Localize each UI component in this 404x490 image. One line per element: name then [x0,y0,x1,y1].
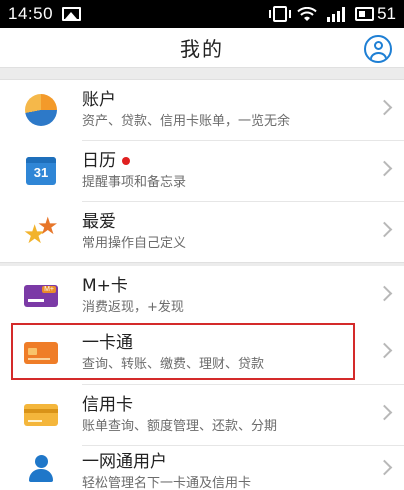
menu-item-title: 日历 [82,151,116,171]
stars-icon: ★ ★ [23,212,59,250]
menu-item-yikatong[interactable]: 一卡通 查询、转账、缴费、理财、贷款 [0,323,404,383]
page-title: 我的 [180,37,224,61]
menu-item-subtitle: 轻松管理名下一卡通及信用卡 [82,476,252,490]
m-plus-card-icon: M+ [22,277,60,315]
status-time: 14:50 [8,4,54,23]
chevron-right-icon [376,342,393,359]
pie-chart-icon [22,91,60,129]
menu-item-subtitle: 提醒事项和备忘录 [82,175,187,190]
menu-item-mplus-card[interactable]: M+ M+卡 消费返现，+发现 [0,266,404,326]
battery-indicator: 51 [355,4,396,24]
battery-level: 51 [377,4,396,23]
debit-card-icon [22,334,60,372]
notification-badge [122,157,130,165]
menu-item-title: 账户 [82,90,116,110]
status-icons: 51 [269,4,396,24]
chevron-right-icon [376,221,393,238]
menu-item-title: M+卡 [82,276,128,296]
image-notification-icon [62,7,82,21]
menu-item-netbank-user[interactable]: 一网通用户 轻松管理名下一卡通及信用卡 [0,446,404,490]
chevron-right-icon [376,459,393,476]
chevron-right-icon [376,404,393,421]
signal-icon [327,6,346,22]
top-header: 我的 [0,28,404,67]
user-circle-icon[interactable] [364,35,392,63]
user-icon [22,449,60,487]
menu-item-title: 最爱 [82,212,116,232]
wifi-icon [297,6,317,21]
status-bar: 14:50 51 [0,0,404,28]
menu-item-subtitle: 消费返现，+发现 [82,300,184,315]
section-separator [0,67,404,80]
chevron-right-icon [376,99,393,116]
menu-item-subtitle: 账单查询、额度管理、还款、分期 [82,419,278,434]
menu-item-subtitle: 查询、转账、缴费、理财、贷款 [82,357,265,372]
menu-item-credit-card[interactable]: 信用卡 账单查询、额度管理、还款、分期 [0,385,404,445]
chevron-right-icon [376,160,393,177]
battery-icon [355,7,375,21]
menu-item-account[interactable]: 账户 资产、贷款、信用卡账单，一览无余 [0,80,404,140]
vibrate-icon [269,6,292,22]
credit-card-icon [22,396,60,434]
menu-item-title: 一网通用户 [82,452,167,472]
chevron-right-icon [376,285,393,302]
menu-item-title: 一卡通 [82,333,133,353]
menu-item-calendar[interactable]: 31 日历 提醒事项和备忘录 [0,141,404,201]
menu-item-favorite[interactable]: ★ ★ 最爱 常用操作自己定义 [0,202,404,262]
menu-item-subtitle: 资产、贷款、信用卡账单，一览无余 [82,114,291,129]
menu-item-subtitle: 常用操作自己定义 [82,236,187,251]
calendar-icon: 31 [22,152,60,190]
menu-item-title: 信用卡 [82,395,133,415]
